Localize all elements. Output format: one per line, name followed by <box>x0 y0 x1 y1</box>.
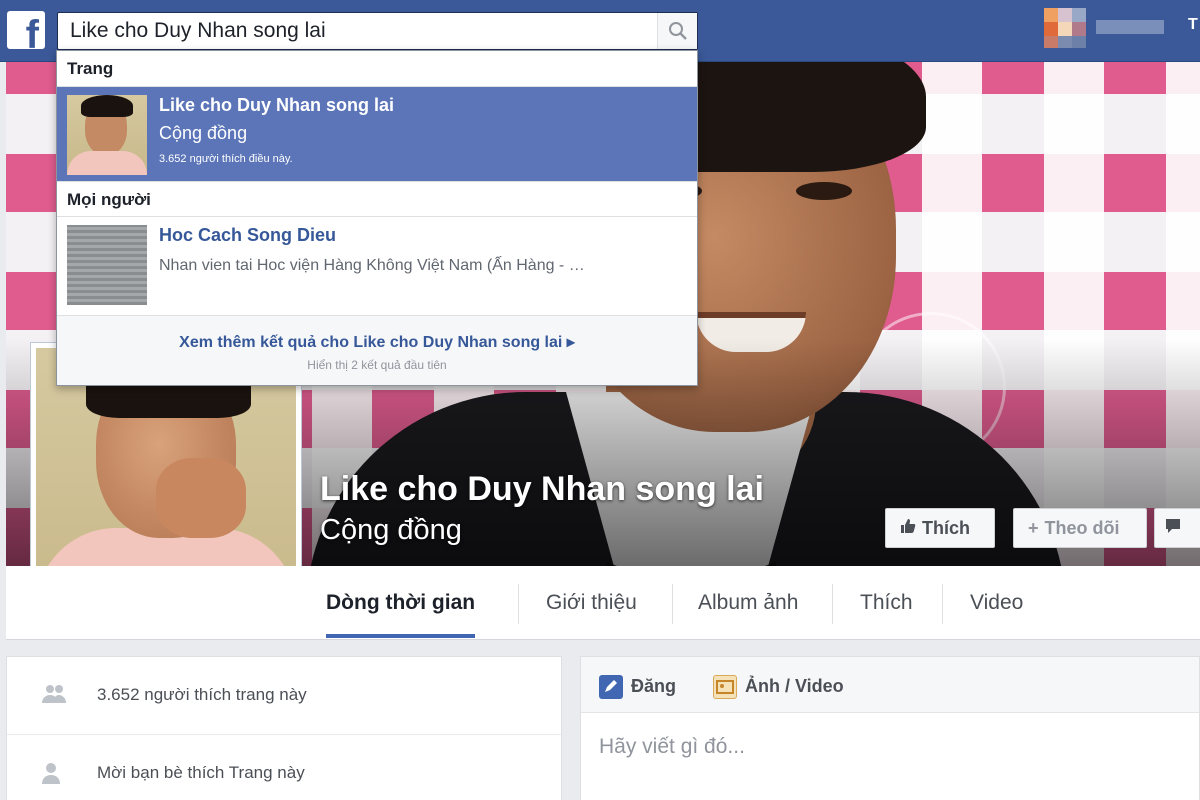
composer-tab-photo-video[interactable]: Ảnh / Video <box>713 675 844 699</box>
tab-divider <box>672 584 673 624</box>
user-avatar[interactable] <box>1044 8 1088 48</box>
facebook-logo[interactable]: f <box>7 11 45 49</box>
result-person-name: Hoc Cach Song Dieu <box>159 225 337 245</box>
page-tab-bar: Dòng thời gian Giới thiệu Album ảnh Thíc… <box>6 566 1200 640</box>
post-composer: Đăng Ảnh / Video Hãy viết gì đó... <box>580 656 1200 800</box>
section-header-people: Mọi người <box>57 181 697 217</box>
search-input[interactable] <box>58 13 658 49</box>
plus-icon: + <box>1028 518 1039 538</box>
see-more-results-link[interactable]: Xem thêm kết quả cho Like cho Duy Nhan s… <box>57 332 697 352</box>
page-category: Cộng đồng <box>320 514 462 546</box>
likes-count-row[interactable]: 3.652 người thích trang này <box>7 657 561 735</box>
search-bar <box>57 12 698 50</box>
message-icon <box>1165 509 1181 547</box>
profile-person-hand <box>156 458 246 538</box>
composer-tab-post[interactable]: Đăng <box>599 675 676 699</box>
user-name-blurred[interactable] <box>1096 20 1164 34</box>
tab-likes[interactable]: Thích <box>860 566 913 638</box>
tab-about[interactable]: Giới thiệu <box>546 566 637 638</box>
composer-tab-post-label: Đăng <box>631 675 676 696</box>
composer-text-input[interactable]: Hãy viết gì đó... <box>599 735 745 759</box>
result-page-title: Like cho Duy Nhan song lai <box>159 95 395 115</box>
result-thumbnail <box>67 225 147 305</box>
composer-tab-photo-video-label: Ảnh / Video <box>745 675 844 696</box>
section-header-pages: Trang <box>57 51 697 87</box>
like-page-button[interactable]: Thích <box>885 508 995 548</box>
photo-icon <box>713 675 737 699</box>
follow-page-label: Theo dõi <box>1044 518 1120 538</box>
see-more-results-note: Hiển thị 2 kết quả đầu tiên <box>307 358 447 372</box>
result-thumbnail <box>67 95 147 175</box>
pencil-icon <box>599 675 623 699</box>
see-more-results: Xem thêm kết quả cho Like cho Duy Nhan s… <box>57 315 697 385</box>
tab-divider <box>942 584 943 624</box>
follow-page-button[interactable]: + Theo dõi <box>1013 508 1147 548</box>
tab-timeline[interactable]: Dòng thời gian <box>326 566 476 638</box>
search-suggestions-dropdown: Trang Like cho Duy Nhan song lai Cộng đồ… <box>56 50 698 386</box>
person-add-icon <box>41 761 65 790</box>
page-title[interactable]: Like cho Duy Nhan song lai <box>320 470 764 509</box>
search-result-person[interactable]: Hoc Cach Song Dieu Nhan vien tai Hoc việ… <box>57 217 697 311</box>
top-right-label[interactable]: T <box>1188 16 1198 34</box>
search-result-page[interactable]: Like cho Duy Nhan song lai Cộng đồng 3.6… <box>57 87 697 181</box>
tab-videos[interactable]: Video <box>970 566 1023 638</box>
tab-divider <box>832 584 833 624</box>
composer-tabs: Đăng Ảnh / Video <box>581 657 1199 713</box>
invite-friends-row[interactable]: Mời bạn bè thích Trang này <box>7 735 561 800</box>
tab-photo-albums[interactable]: Album ảnh <box>698 566 798 638</box>
tab-divider <box>518 584 519 624</box>
invite-friends-text: Mời bạn bè thích Trang này <box>97 763 305 782</box>
message-page-button[interactable] <box>1154 508 1200 548</box>
likes-count-text: 3.652 người thích trang này <box>97 685 307 704</box>
search-icon <box>669 22 687 40</box>
people-icon <box>41 683 67 710</box>
result-page-likes: 3.652 người thích điều này. <box>159 153 293 165</box>
search-button[interactable] <box>657 13 697 49</box>
thumbs-up-icon <box>900 509 916 547</box>
page-info-card: 3.652 người thích trang này Mời bạn bè t… <box>6 656 562 800</box>
facebook-logo-glyph: f <box>25 13 39 49</box>
result-page-category: Cộng đồng <box>159 123 248 143</box>
like-page-label: Thích <box>922 518 970 538</box>
result-person-detail: Nhan vien tai Hoc viện Hàng Không Việt N… <box>159 257 585 274</box>
